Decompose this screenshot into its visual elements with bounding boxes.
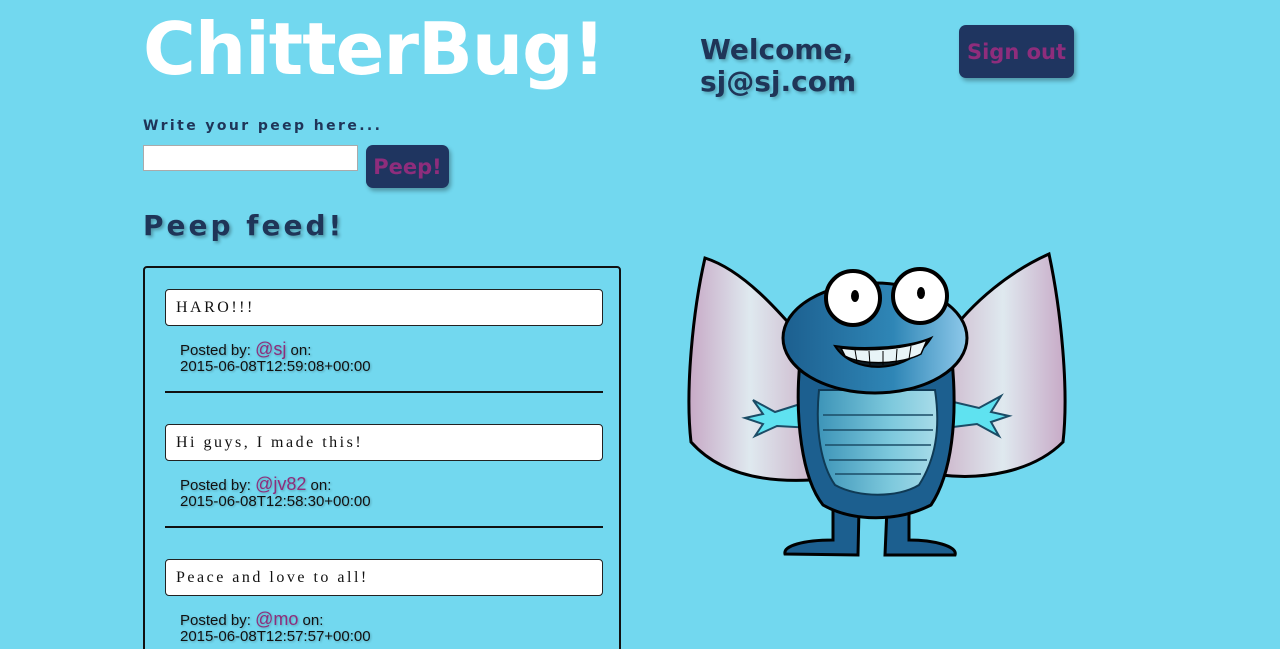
peep-feed: HARO!!! Posted by: @sj on: 2015-06-08T12… <box>143 266 621 649</box>
posted-by-label: Posted by: <box>180 342 251 359</box>
peep-meta: Posted by: @jv82 on: 2015-06-08T12:58:30… <box>180 474 371 510</box>
posted-by-label: Posted by: <box>180 612 251 629</box>
page: ChitterBug! Welcome, sj@sj.com Sign out … <box>0 0 1280 649</box>
peep-meta: Posted by: @mo on: 2015-06-08T12:57:57+0… <box>180 609 371 645</box>
peep-timestamp: 2015-06-08T12:59:08+00:00 <box>180 358 371 375</box>
peep-prompt-label: Write your peep here... <box>143 118 383 134</box>
peep-author-link[interactable]: @jv82 <box>255 474 306 494</box>
sign-out-button[interactable]: Sign out <box>959 25 1074 78</box>
peep-author-link[interactable]: @sj <box>255 339 286 359</box>
bug-mascot-illustration <box>687 251 1067 557</box>
peep-input[interactable] <box>143 145 358 171</box>
peep-timestamp: 2015-06-08T12:57:57+00:00 <box>180 628 371 645</box>
peep-submit-button[interactable]: Peep! <box>366 145 449 188</box>
peep-divider <box>165 526 603 528</box>
peep-text: Hi guys, I made this! <box>165 424 603 461</box>
site-logo[interactable]: ChitterBug! <box>143 4 605 94</box>
welcome-message: Welcome, sj@sj.com <box>700 33 857 98</box>
feed-title: Peep feed! <box>143 209 345 242</box>
on-label: on: <box>310 477 332 494</box>
peep-timestamp: 2015-06-08T12:58:30+00:00 <box>180 493 371 510</box>
posted-by-label: Posted by: <box>180 477 251 494</box>
on-label: on: <box>290 342 312 359</box>
peep-text: HARO!!! <box>165 289 603 326</box>
peep-meta: Posted by: @sj on: 2015-06-08T12:59:08+0… <box>180 339 371 375</box>
on-label: on: <box>302 612 324 629</box>
peep-author-link[interactable]: @mo <box>255 609 298 629</box>
peep-divider <box>165 391 603 393</box>
peep-text: Peace and love to all! <box>165 559 603 596</box>
